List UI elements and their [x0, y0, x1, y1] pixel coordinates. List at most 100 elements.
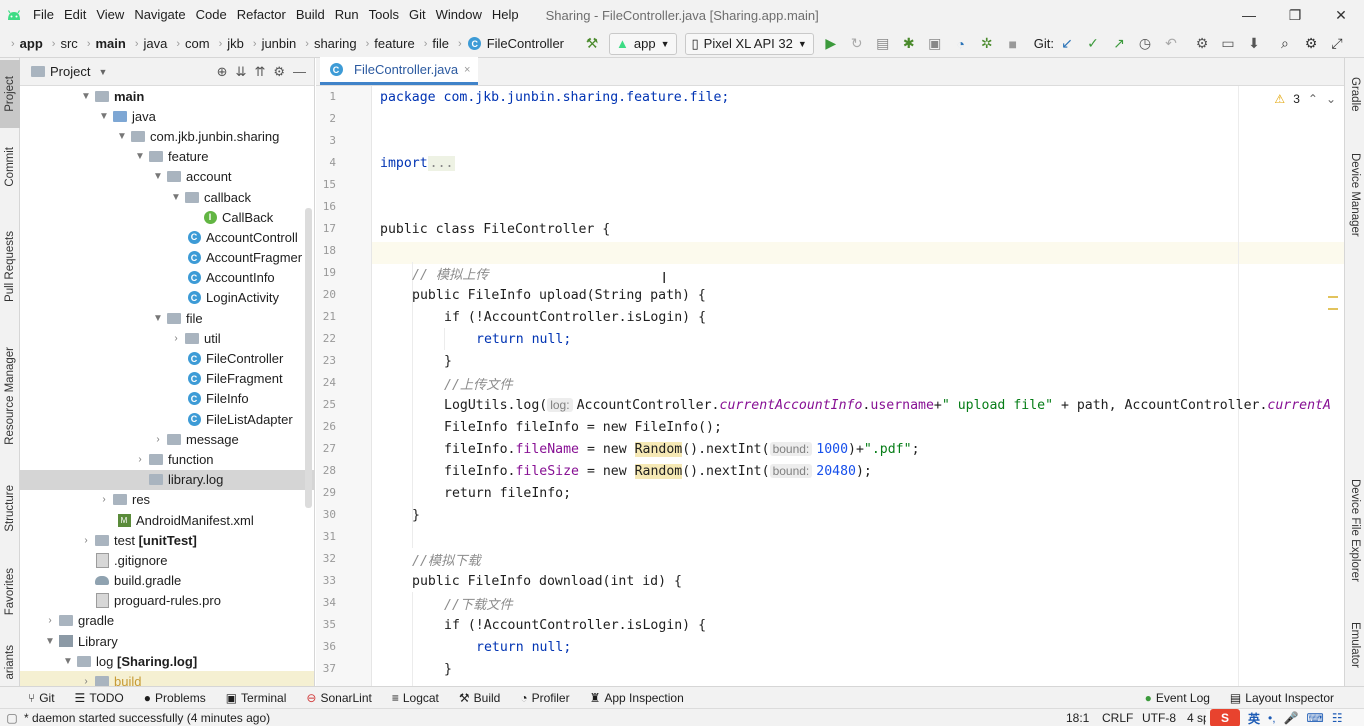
caret-position[interactable]: 18:1: [1066, 711, 1089, 725]
run-config-select[interactable]: ▲ app ▼: [609, 32, 677, 55]
tab-structure[interactable]: Structure: [0, 472, 20, 544]
tab-build-variants[interactable]: ariants: [0, 640, 20, 684]
hide-icon[interactable]: —: [293, 64, 306, 80]
coverage-icon[interactable]: ▣: [923, 32, 947, 56]
menu-help[interactable]: Help: [487, 0, 524, 30]
line-separator[interactable]: CRLF: [1102, 711, 1133, 725]
tree-node-log[interactable]: ▼ log [Sharing.log]: [20, 651, 314, 671]
breadcrumb-java[interactable]: › java: [128, 36, 170, 51]
breadcrumb-jkb[interactable]: › jkb: [212, 36, 246, 51]
tab-gradle[interactable]: Gradle: [1345, 66, 1364, 122]
breadcrumb-sharing[interactable]: › sharing: [298, 36, 358, 51]
tool-sonarlint[interactable]: ⊖ SonarLint: [296, 691, 381, 705]
tree-node-proguard[interactable]: proguard-rules.pro: [20, 591, 314, 611]
attach-debugger-icon[interactable]: ✲: [975, 32, 999, 56]
project-structure-icon[interactable]: ⚙: [1190, 32, 1214, 56]
close-button[interactable]: ✕: [1318, 0, 1364, 30]
tree-node-file[interactable]: ▼ file: [20, 308, 314, 328]
tree-node-util[interactable]: › util: [20, 328, 314, 348]
next-highlight-icon[interactable]: ⌄: [1326, 92, 1336, 106]
tree-node-callback-interface[interactable]: CallBack: [20, 207, 314, 227]
file-encoding[interactable]: UTF-8: [1142, 711, 1176, 725]
keyboard-icon[interactable]: ⌨: [1307, 711, 1324, 725]
search-icon[interactable]: ⌕: [1273, 32, 1297, 56]
tool-build[interactable]: ⚒ Build: [449, 691, 510, 705]
chevron-down-icon[interactable]: ▼: [98, 67, 107, 77]
breadcrumb-src[interactable]: › src: [45, 36, 80, 51]
folded-imports[interactable]: ...: [427, 155, 456, 171]
tree-node-filecontroller[interactable]: FileController: [20, 348, 314, 368]
git-push-icon[interactable]: ↗: [1107, 32, 1131, 56]
tab-pull-requests[interactable]: Pull Requests: [0, 216, 20, 316]
tab-commit[interactable]: Commit: [0, 136, 20, 198]
punctuation-icon[interactable]: •,: [1268, 711, 1276, 725]
run-icon[interactable]: ▶: [819, 32, 843, 56]
menu-run[interactable]: Run: [330, 0, 364, 30]
minimize-button[interactable]: —: [1226, 0, 1272, 30]
menu-window[interactable]: Window: [431, 0, 487, 30]
git-commit-icon[interactable]: ✓: [1081, 32, 1105, 56]
tab-project[interactable]: Project: [0, 60, 20, 128]
tool-app-inspection[interactable]: ♜ App Inspection: [580, 691, 694, 705]
tool-profiler[interactable]: ◔ Profiler: [510, 691, 579, 705]
code-area[interactable]: package com.jkb.junbin.sharing.feature.f…: [372, 86, 1344, 686]
menu-tools[interactable]: Tools: [364, 0, 404, 30]
collapse-all-icon[interactable]: ⇈: [254, 64, 265, 80]
tree-node-filelistadapter[interactable]: FileListAdapter: [20, 409, 314, 429]
menu-git[interactable]: Git: [404, 0, 431, 30]
tree-node-main[interactable]: ▼ main: [20, 86, 314, 106]
profile-icon[interactable]: ◔: [949, 32, 973, 56]
tree-node-library-log[interactable]: library.log: [20, 469, 314, 490]
close-icon[interactable]: ×: [464, 64, 470, 76]
tree-node-message[interactable]: › message: [20, 429, 314, 449]
debug-icon[interactable]: ✱: [897, 32, 921, 56]
breadcrumb-main[interactable]: › main: [80, 36, 128, 51]
tree-node-callback[interactable]: ▼ callback: [20, 187, 314, 207]
tree-node-accountfragment[interactable]: AccountFragmer: [20, 248, 314, 268]
tree-node-gradle[interactable]: › gradle: [20, 611, 314, 631]
tree-node-build[interactable]: › build: [20, 671, 314, 686]
tree-node-function[interactable]: › function: [20, 449, 314, 469]
tree-node-feature[interactable]: ▼ feature: [20, 147, 314, 167]
sdk-manager-icon[interactable]: ⬇: [1242, 32, 1266, 56]
tree-node-account[interactable]: ▼ account: [20, 167, 314, 187]
status-message[interactable]: * daemon started successfully (4 minutes…: [24, 711, 270, 725]
settings-gear-icon[interactable]: ⚙: [1299, 32, 1323, 56]
maximize-button[interactable]: ❐: [1272, 0, 1318, 30]
prev-highlight-icon[interactable]: ⌃: [1308, 92, 1318, 106]
menu-file[interactable]: File: [28, 0, 59, 30]
tree-node-loginactivity[interactable]: LoginActivity: [20, 288, 314, 308]
tab-device-manager[interactable]: Device Manager: [1345, 140, 1364, 250]
tool-layout-inspector[interactable]: ▤ Layout Inspector: [1220, 691, 1364, 705]
tree-node-res[interactable]: › res: [20, 490, 314, 510]
git-update-icon[interactable]: ↙: [1055, 32, 1079, 56]
ime-language[interactable]: 英: [1248, 710, 1260, 726]
settings-gear-icon[interactable]: ⚙: [273, 64, 285, 80]
breadcrumb-junbin[interactable]: › junbin: [246, 36, 298, 51]
menu-refactor[interactable]: Refactor: [232, 0, 291, 30]
menu-navigate[interactable]: Navigate: [129, 0, 190, 30]
tool-event-log[interactable]: ● Event Log: [1135, 691, 1220, 705]
locate-icon[interactable]: ⊕: [217, 64, 228, 80]
ime-menu-icon[interactable]: ☷: [1332, 711, 1343, 725]
apply-changes-icon[interactable]: ↻: [845, 32, 869, 56]
tree-node-java[interactable]: ▼ java: [20, 106, 314, 126]
inspection-widget[interactable]: ⚠ 3 ⌃ ⌄: [1274, 92, 1336, 106]
make-hammer-icon[interactable]: ⚒: [580, 32, 604, 56]
git-history-icon[interactable]: ◷: [1133, 32, 1157, 56]
tree-node-accountinfo[interactable]: AccountInfo: [20, 268, 314, 288]
warning-marker[interactable]: [1328, 296, 1338, 298]
tool-logcat[interactable]: ≡ Logcat: [382, 691, 449, 705]
tree-node-test[interactable]: › test [unitTest]: [20, 530, 314, 550]
tree-node-build-gradle[interactable]: build.gradle: [20, 571, 314, 591]
tree-node-manifest[interactable]: AndroidManifest.xml: [20, 510, 314, 530]
tree-node-library[interactable]: ▼ Library: [20, 631, 314, 651]
git-rollback-icon[interactable]: ↶: [1159, 32, 1183, 56]
menu-code[interactable]: Code: [191, 0, 232, 30]
breadcrumb-com[interactable]: › com: [169, 36, 211, 51]
menu-build[interactable]: Build: [291, 0, 330, 30]
tree-node-gitignore[interactable]: .gitignore: [20, 550, 314, 570]
tree-node-accountcontroller[interactable]: AccountControll: [20, 227, 314, 247]
menu-view[interactable]: View: [91, 0, 129, 30]
breadcrumb-feature[interactable]: › feature: [359, 36, 417, 51]
